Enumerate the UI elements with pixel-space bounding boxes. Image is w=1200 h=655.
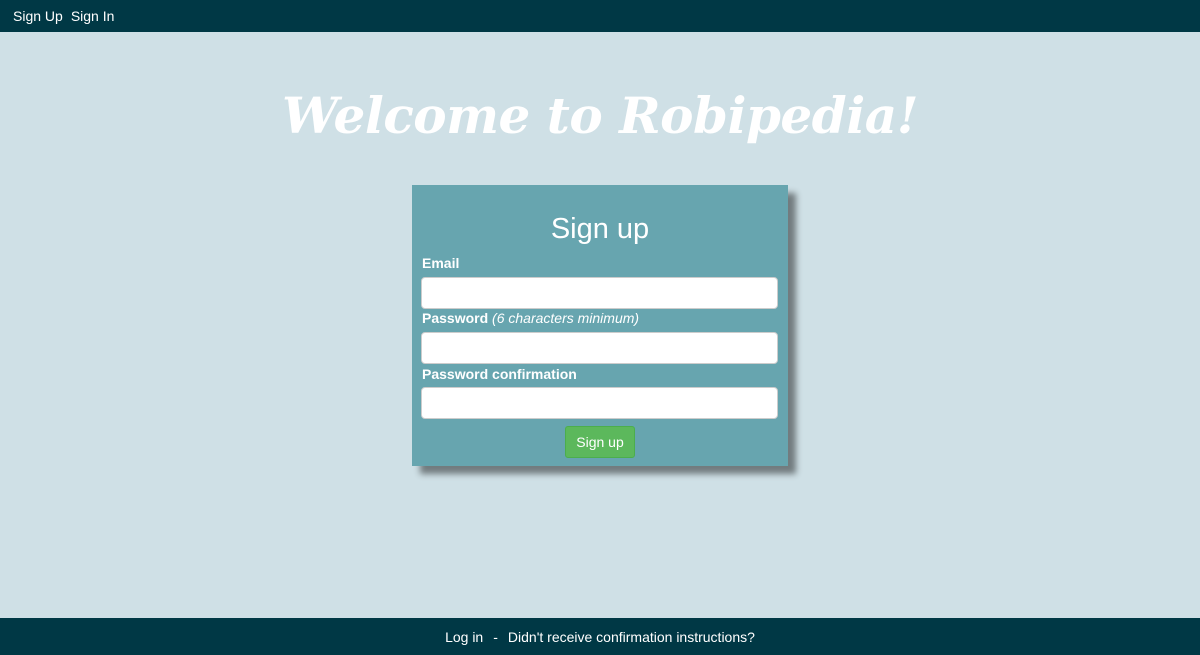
sign-up-form: Sign up Email Password (6 characters min… (412, 185, 788, 466)
footer-separator: - (493, 628, 498, 645)
footer: Log in - Didn't receive confirmation ins… (0, 618, 1200, 655)
password-confirmation-label-text: Password confirmation (422, 366, 577, 382)
top-nav: Sign Up Sign In (0, 0, 1200, 32)
password-hint: (6 characters minimum) (492, 310, 640, 326)
welcome-heading: Welcome to Robipedia! (281, 86, 919, 145)
password-field[interactable] (421, 332, 778, 364)
log-in-link[interactable]: Log in (445, 629, 483, 645)
email-label-text: Email (422, 255, 460, 271)
sign-up-link[interactable]: Sign Up (13, 9, 63, 23)
form-title: Sign up (550, 213, 650, 245)
sign-in-link[interactable]: Sign In (71, 9, 115, 23)
email-label: Email (422, 255, 459, 271)
confirmation-instructions-link[interactable]: Didn't receive confirmation instructions… (508, 629, 755, 645)
sign-up-button[interactable]: Sign up (565, 426, 635, 458)
password-label: Password (6 characters minimum) (422, 310, 639, 326)
password-confirmation-label: Password confirmation (422, 366, 577, 382)
password-label-text: Password (422, 310, 489, 326)
email-field[interactable] (421, 277, 778, 309)
password-confirmation-field[interactable] (421, 387, 778, 419)
